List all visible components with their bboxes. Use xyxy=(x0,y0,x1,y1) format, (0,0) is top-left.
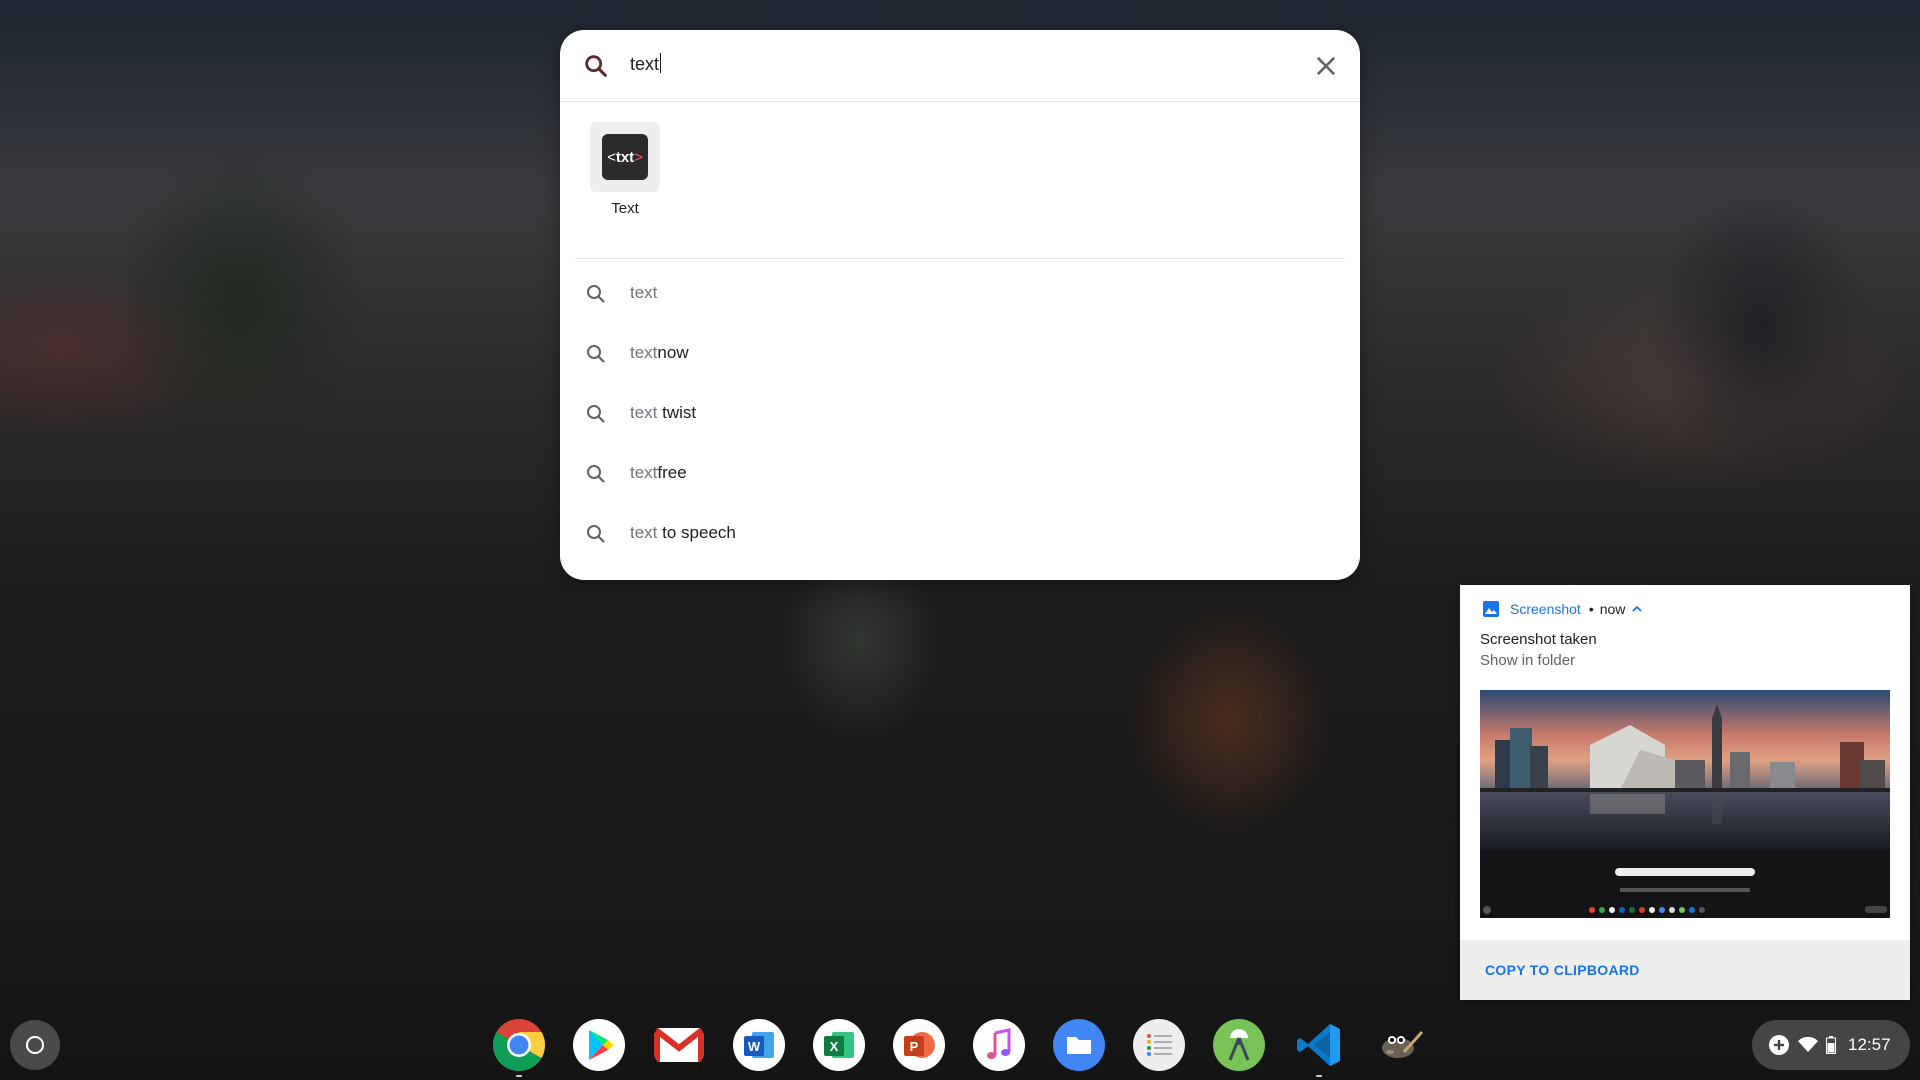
notification-title: Screenshot taken xyxy=(1480,631,1597,648)
launcher-panel: text < txt > Text text textnow text twist … xyxy=(560,30,1360,580)
suggestion-item[interactable]: text to speech xyxy=(560,504,1360,564)
screenshot-thumbnail[interactable] xyxy=(1480,690,1890,918)
running-indicator xyxy=(516,1075,522,1077)
copy-to-clipboard-button[interactable]: COPY TO CLIPBOARD xyxy=(1485,962,1640,978)
excel-icon[interactable]: X xyxy=(812,1018,866,1072)
android-studio-icon[interactable] xyxy=(1212,1018,1266,1072)
suggestion-list: text textnow text twist textfree text to… xyxy=(560,264,1360,564)
chrome-icon[interactable] xyxy=(492,1018,546,1072)
app-tile-background: < txt > xyxy=(590,122,660,192)
notification-message[interactable]: Show in folder xyxy=(1480,652,1575,669)
screenshot-notification[interactable]: Screenshot • now Screenshot taken Show i… xyxy=(1460,585,1910,1000)
app-result-label: Text xyxy=(611,200,639,217)
suggestion-item[interactable]: text twist xyxy=(560,384,1360,444)
status-tray[interactable]: 12:57 xyxy=(1752,1020,1910,1070)
itunes-icon[interactable] xyxy=(972,1018,1026,1072)
search-icon xyxy=(587,465,605,483)
notification-app-name: Screenshot xyxy=(1510,601,1581,617)
powerpoint-icon[interactable]: P xyxy=(892,1018,946,1072)
search-box[interactable]: text xyxy=(560,30,1360,102)
add-circle-icon xyxy=(1769,1035,1789,1055)
app-result-text[interactable]: < txt > Text xyxy=(590,122,660,217)
image-icon xyxy=(1483,601,1499,617)
clock-time: 12:57 xyxy=(1848,1035,1891,1054)
running-indicator xyxy=(1316,1075,1322,1077)
play-store-icon[interactable] xyxy=(572,1018,626,1072)
search-icon xyxy=(587,405,605,423)
results-divider xyxy=(575,258,1345,259)
suggestion-label: textnow xyxy=(630,343,689,362)
notification-separator: • xyxy=(1588,601,1594,617)
svg-text:W: W xyxy=(748,1039,761,1054)
search-icon xyxy=(585,55,607,77)
notification-action-bar: COPY TO CLIPBOARD xyxy=(1460,940,1910,1000)
wifi-icon xyxy=(1798,1037,1818,1052)
svg-text:P: P xyxy=(910,1039,919,1054)
text-app-icon: < txt > xyxy=(602,134,648,180)
suggestion-label: text xyxy=(630,283,658,302)
suggestion-item[interactable]: text xyxy=(560,264,1360,324)
suggestion-label: textfree xyxy=(630,463,687,482)
battery-icon xyxy=(1826,1036,1836,1054)
notification-header: Screenshot • now xyxy=(1482,600,1643,618)
chevron-up-icon[interactable] xyxy=(1631,603,1643,615)
suggestion-label: text twist xyxy=(630,403,697,422)
search-icon xyxy=(587,285,605,303)
launcher-button[interactable] xyxy=(10,1020,60,1070)
notes-icon[interactable] xyxy=(1132,1018,1186,1072)
search-icon xyxy=(587,345,605,363)
launcher-circle-icon xyxy=(26,1036,44,1054)
close-icon[interactable] xyxy=(1312,52,1340,80)
suggestion-item[interactable]: textfree xyxy=(560,444,1360,504)
svg-text:X: X xyxy=(830,1039,839,1054)
notification-time: now xyxy=(1599,601,1626,617)
gmail-icon[interactable] xyxy=(652,1018,706,1072)
files-icon[interactable] xyxy=(1052,1018,1106,1072)
word-icon[interactable]: W xyxy=(732,1018,786,1072)
vscode-icon[interactable] xyxy=(1292,1018,1346,1072)
search-input[interactable]: text xyxy=(630,53,661,75)
city-skyline-image xyxy=(1480,690,1890,918)
gimp-icon[interactable] xyxy=(1372,1018,1426,1072)
suggestion-item[interactable]: textnow xyxy=(560,324,1360,384)
search-icon xyxy=(587,525,605,543)
suggestion-label: text to speech xyxy=(630,523,736,542)
